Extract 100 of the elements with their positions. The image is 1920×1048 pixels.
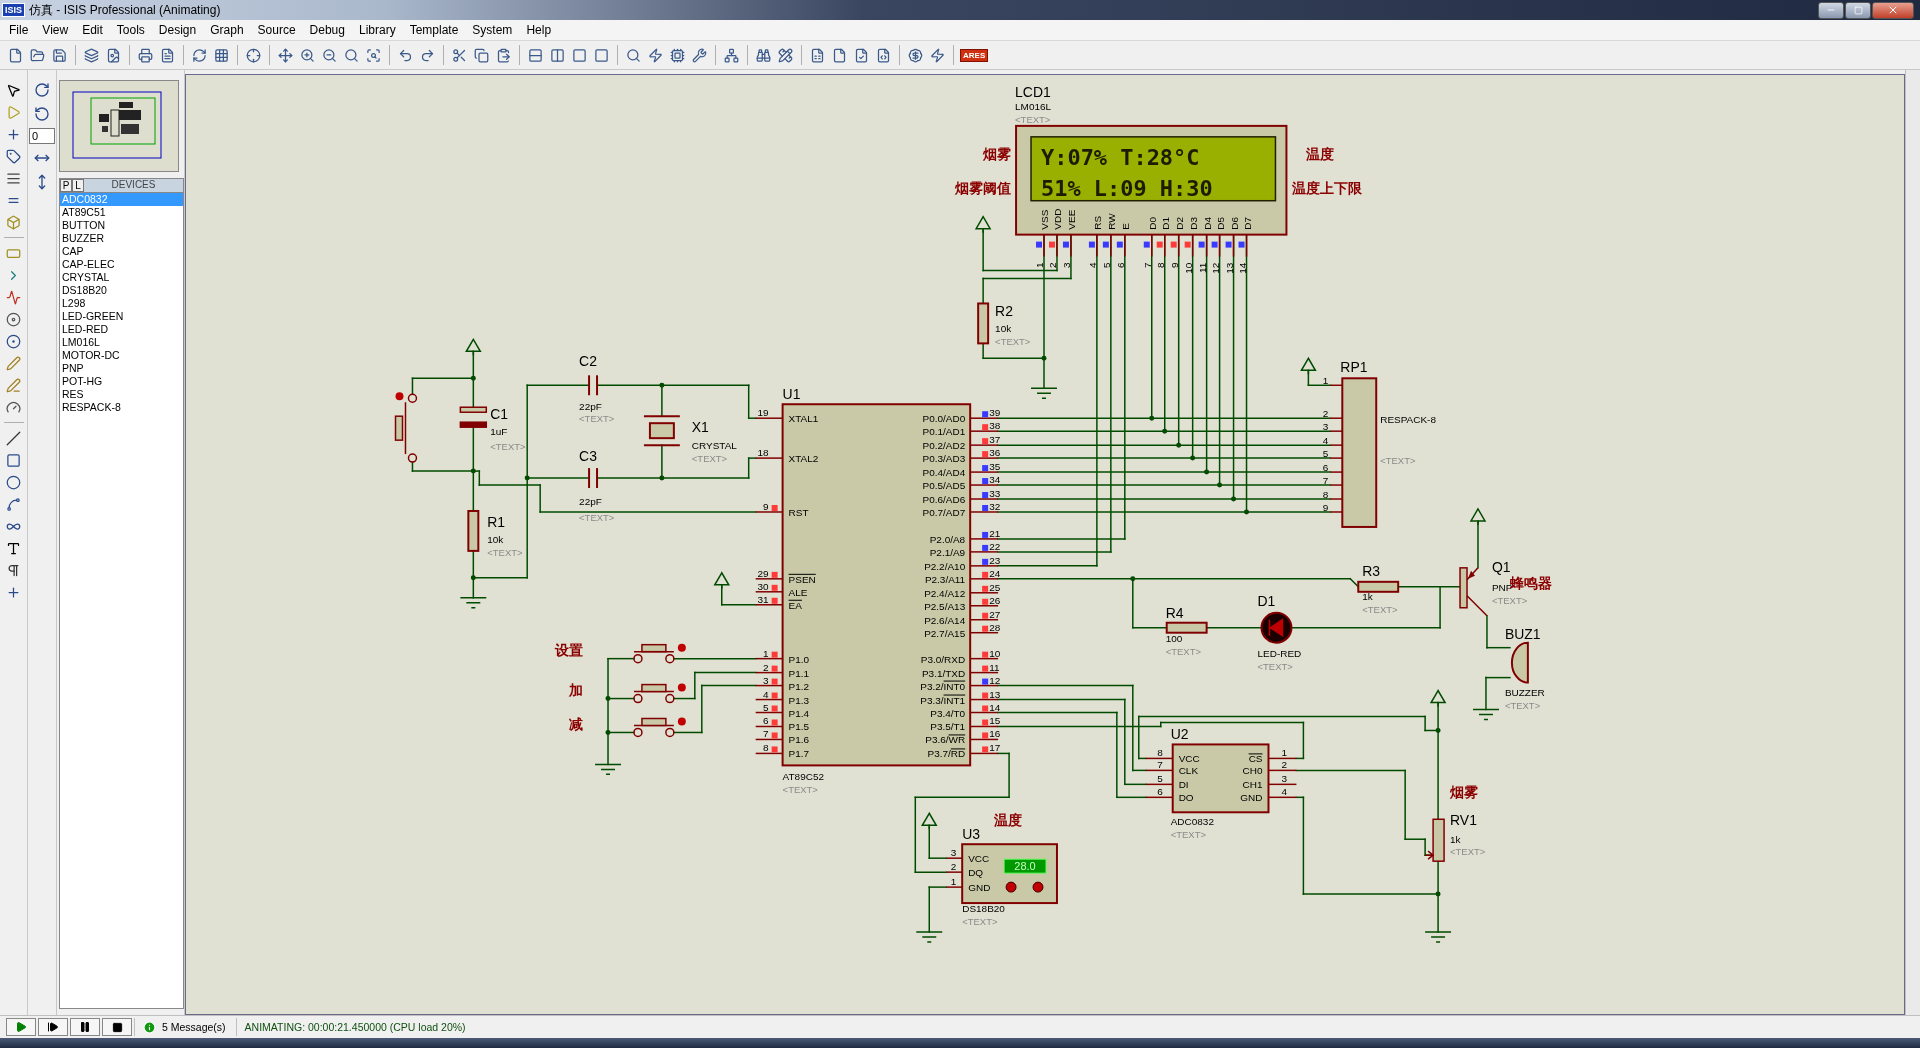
device-item[interactable]: BUZZER [60,232,183,245]
pin-number: 4 [763,688,769,700]
pin-label: D3 [1187,216,1199,230]
device-item[interactable]: CAP [60,245,183,258]
pin-label: P3.1/TXD [921,667,966,679]
value-label: 1uF [490,426,508,438]
menu-item[interactable]: Library [351,23,403,37]
pin-number: 38 [989,420,1001,432]
value-label: DS18B20 [962,903,1005,915]
pin-number: 9 [1168,262,1180,269]
text-tag: <TEXT> [962,916,998,927]
pin-number: 29 [757,567,769,579]
value-label: 22pF [579,496,602,507]
messages-count: 5 Message(s) [162,1021,226,1033]
pin-number: 8 [1322,489,1329,500]
device-item[interactable]: PNP [60,362,183,375]
annotation-label: 温度 [994,812,1023,829]
pin-number: 2 [950,861,957,873]
device-item[interactable]: LM016L [60,336,183,349]
device-item[interactable]: CRYSTAL [60,271,183,284]
pin-label: RST [788,506,809,518]
pin-label: GND [968,882,991,894]
pin-number: 31 [757,593,769,605]
pin-label: VSS [1039,209,1050,230]
menu-item[interactable]: Edit [75,23,110,37]
pin-number: 7 [1157,759,1163,771]
pin-number: 22 [989,540,1001,552]
device-item[interactable]: AT89C51 [60,206,183,219]
reference-label: X1 [691,419,709,436]
menu-item[interactable]: Help [519,23,559,37]
pin-number: 3 [950,847,957,859]
pin-number: 11 [989,661,1000,673]
pin-number: 4 [1322,435,1329,447]
menu-item[interactable]: Design [151,23,204,37]
annotation-label: 温度 [1306,145,1335,162]
menu-item[interactable]: File [2,23,36,37]
pin-number: 10 [989,647,1001,659]
text-tag: <TEXT> [1504,699,1541,711]
device-item[interactable]: LED-GREEN [60,310,183,323]
pin-label: VEE [1065,209,1077,230]
text-tag: <TEXT> [1257,660,1293,672]
pin-label: P2.7/A15 [924,627,966,639]
value-label: RESPACK-8 [1380,414,1436,426]
pin-number: 7 [1141,262,1153,269]
device-item[interactable]: DS18B20 [60,284,183,297]
pin-number: 1 [763,647,769,659]
text-tag: <TEXT> [579,413,615,425]
device-item[interactable]: BUTTON [60,219,183,232]
device-item[interactable]: MOTOR-DC [60,349,183,362]
panel-tab[interactable]: P [60,179,72,192]
pin-label: D0 [1146,216,1158,230]
text-tag: <TEXT> [1380,455,1416,467]
device-item[interactable]: POT-HG [60,375,183,388]
menu-item[interactable]: Tools [109,23,152,37]
pin-label: XTAL2 [788,453,819,465]
menu-item[interactable]: System [465,23,520,37]
pin-label: P2.6/A14 [924,614,966,626]
pin-number: 33 [989,488,1001,499]
pin-label: P0.6/AD6 [922,494,966,505]
device-item[interactable]: RES [60,388,183,401]
device-item[interactable]: CAP-ELEC [60,258,183,271]
pin-label: P3.3/INT1 [920,694,966,706]
lcd-text: Y:07% T:28°C [1041,144,1200,170]
reference-label: R4 [1165,604,1184,621]
device-item[interactable]: LED-RED [60,323,183,336]
annotation-label: 烟雾阈值 [955,179,1012,196]
pin-number: 9 [1322,502,1329,513]
pin-number: 18 [757,447,769,459]
ares-button[interactable]: ARES [960,48,989,62]
pin-label: D7 [1241,216,1253,230]
pin-label: D6 [1228,216,1240,230]
pin-number: 5 [1322,448,1329,460]
reference-label: D1 [1257,592,1276,609]
pin-number: 13 [989,688,1001,700]
reference-label: R2 [995,303,1013,320]
reference-label: R1 [487,513,506,530]
menu-item[interactable]: Template [402,23,466,37]
value-label: 1k [1362,590,1373,602]
panel-tab[interactable]: L [72,179,84,192]
pin-label: P1.1 [788,667,810,679]
reference-label: U3 [962,826,981,843]
value-label: LM016L [1015,100,1052,112]
pin-label: P2.2/A10 [924,560,966,572]
device-item[interactable]: L298 [60,297,183,310]
menu-item[interactable]: View [35,23,76,37]
text-tag: <TEXT> [1491,594,1528,606]
value-label: 100 [1165,632,1183,644]
menu-item[interactable]: Source [250,23,303,37]
text-tag: <TEXT> [490,441,526,453]
pin-number: 14 [989,701,1001,713]
menu-item[interactable]: Debug [302,23,352,37]
device-item[interactable]: RESPACK-8 [60,401,183,414]
pin-number: 25 [989,581,1001,593]
pin-label: GND [1240,792,1263,804]
menu-item[interactable]: Graph [203,23,251,37]
pin-number: 2 [1046,262,1058,269]
rotation-field[interactable]: 0 [29,128,55,144]
annotation-label: 烟雾 [1450,784,1479,801]
pin-label: P2.3/A11 [924,573,966,585]
pin-number: 28 [989,621,1001,633]
